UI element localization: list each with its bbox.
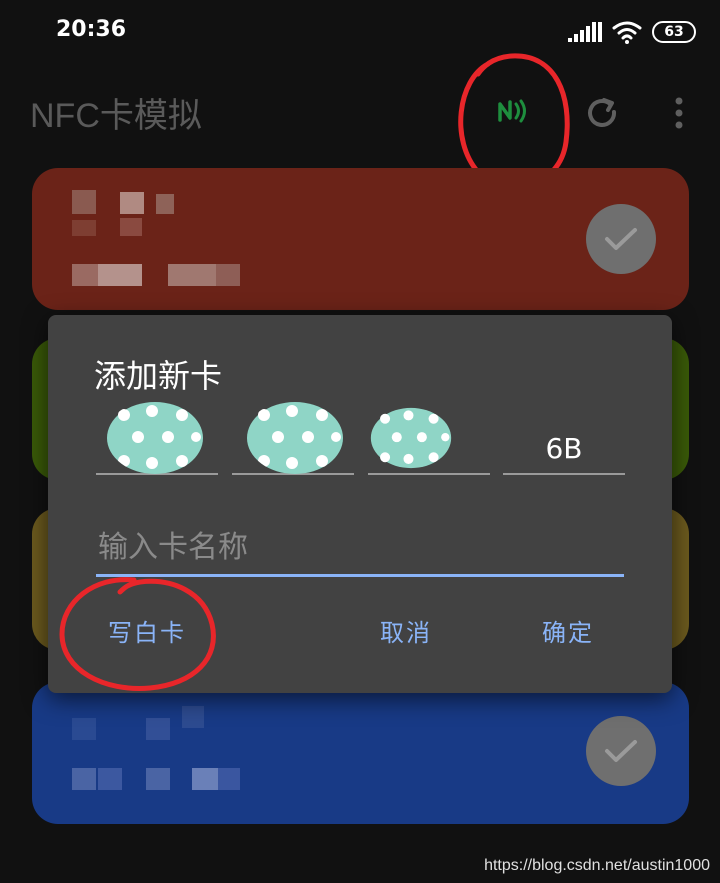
- watermark: https://blog.csdn.net/austin1000: [484, 857, 710, 874]
- redacted-card-name: [72, 190, 232, 254]
- card-name-input[interactable]: [96, 521, 624, 577]
- status-bar: 20:36 63: [0, 0, 720, 64]
- refresh-icon[interactable]: [584, 94, 620, 130]
- dialog-title: 添加新卡: [94, 357, 223, 395]
- cancel-button[interactable]: 取消: [380, 613, 432, 648]
- uid-value: 6B: [545, 432, 583, 465]
- write-blank-card-button[interactable]: 写白卡: [108, 613, 186, 648]
- card-selected-check[interactable]: [586, 716, 656, 786]
- wifi-icon: [612, 21, 642, 44]
- redacted-card-name: [72, 702, 232, 746]
- redacted-card-id: [72, 264, 252, 292]
- uid-field-4[interactable]: 6B: [503, 401, 625, 475]
- card-blue[interactable]: [32, 682, 689, 824]
- more-vert-icon[interactable]: [670, 96, 688, 130]
- uid-field-3[interactable]: [368, 401, 490, 475]
- uid-field-1[interactable]: [96, 401, 218, 475]
- redaction-blob: [370, 407, 452, 469]
- redacted-card-id: [72, 768, 252, 796]
- redaction-blob: [247, 402, 343, 474]
- battery-icon: 63: [652, 21, 696, 43]
- nfc-icon[interactable]: [496, 96, 532, 126]
- signal-icon: [568, 22, 602, 42]
- redaction-blob: [107, 402, 203, 474]
- check-icon: [605, 228, 637, 250]
- card-selected-check[interactable]: [586, 204, 656, 274]
- confirm-button[interactable]: 确定: [542, 613, 594, 648]
- status-time: 20:36: [56, 17, 127, 42]
- status-icons: 63: [568, 18, 696, 46]
- add-card-dialog: 添加新卡 6B 写白卡 取消 确定: [48, 315, 672, 693]
- app-title: NFC卡模拟: [30, 97, 202, 135]
- uid-field-2[interactable]: [232, 401, 354, 475]
- card-red[interactable]: [32, 168, 689, 310]
- check-icon: [605, 740, 637, 762]
